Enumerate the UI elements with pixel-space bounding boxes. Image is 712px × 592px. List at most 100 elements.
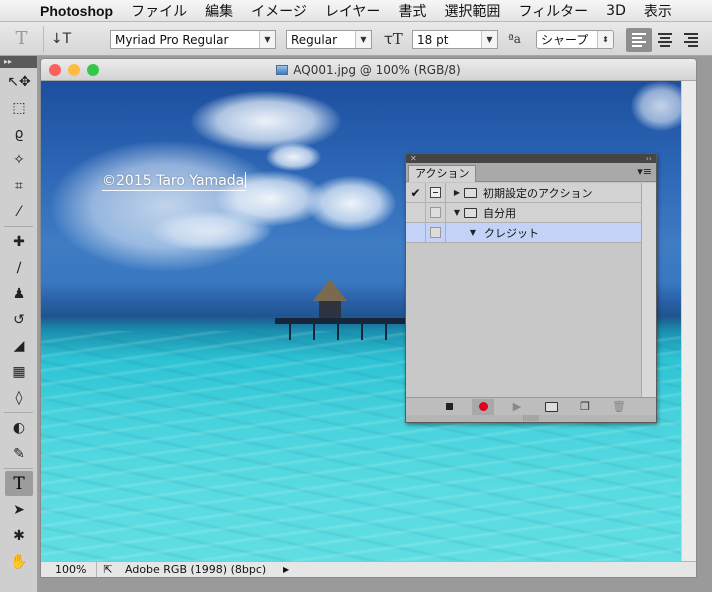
menu-view[interactable]: 表示	[644, 1, 672, 21]
hand-icon[interactable]: ✋	[5, 549, 33, 574]
collapse-triangle-icon[interactable]: ▼	[450, 208, 464, 217]
clone-stamp-icon[interactable]: ♟	[5, 281, 33, 306]
font-family-select[interactable]: Myriad Pro Regular ▼	[110, 30, 276, 49]
watermark-text-layer[interactable]: ©2015 Taro Yamada	[102, 172, 247, 191]
delete-button[interactable]: 🗑	[608, 399, 630, 415]
image-file-icon	[276, 65, 289, 75]
font-size-icon: ꚍT	[384, 30, 403, 48]
action-label: クレジット	[484, 226, 539, 240]
export-icon[interactable]: ⇱	[97, 563, 119, 576]
toggle-dialog-checkbox[interactable]	[426, 182, 446, 203]
menu-3d[interactable]: 3D	[606, 3, 626, 19]
menu-image[interactable]: イメージ	[251, 1, 307, 21]
collapse-icon[interactable]: ››	[646, 154, 652, 163]
eyedropper-icon[interactable]: ⁄	[5, 199, 33, 224]
font-style-select[interactable]: Regular ▼	[286, 30, 372, 49]
toggle-item-checkbox[interactable]	[406, 222, 426, 243]
align-center-button[interactable]	[652, 28, 678, 52]
tool-separator	[4, 226, 33, 227]
tool-separator	[4, 468, 33, 469]
gradient-icon[interactable]: ▦	[5, 359, 33, 384]
panel-footer: ▶ ❐ 🗑	[406, 397, 656, 415]
toolbox-collapse-icon[interactable]: ▸▸	[0, 56, 37, 68]
text-cursor	[245, 172, 247, 188]
record-icon	[478, 402, 488, 411]
pier-post	[385, 324, 387, 340]
toggle-dialog-checkbox[interactable]	[426, 202, 446, 223]
align-right-button[interactable]	[678, 28, 704, 52]
tab-actions[interactable]: アクション	[408, 165, 477, 182]
history-brush-icon[interactable]: ↺	[5, 307, 33, 332]
zoom-button[interactable]	[87, 64, 99, 76]
menu-filter[interactable]: フィルター	[518, 1, 588, 21]
type-icon[interactable]: T	[5, 471, 33, 496]
menu-select[interactable]: 選択範囲	[444, 1, 500, 21]
toggle-item-checkbox[interactable]: ✔	[406, 182, 426, 203]
action-set-row[interactable]: ✔ ▶ 初期設定のアクション	[406, 182, 642, 203]
panel-scrollbar[interactable]	[641, 183, 656, 397]
color-profile: Adobe RGB (1998) (8bpc)	[125, 563, 267, 576]
dialog-icon	[430, 227, 441, 238]
document-titlebar[interactable]: AQ001.jpg @ 100% (RGB/8)	[41, 59, 696, 81]
cloud	[191, 91, 341, 151]
pier-post	[361, 324, 363, 340]
path-selection-icon[interactable]: ➤	[5, 497, 33, 522]
vertical-scrollbar[interactable]	[681, 81, 696, 561]
action-label: 自分用	[483, 206, 516, 220]
collapse-triangle-icon[interactable]: ▼	[466, 228, 480, 237]
tool-separator	[4, 412, 33, 413]
stop-icon	[445, 403, 453, 410]
menu-photoshop[interactable]: Photoshop	[40, 3, 113, 19]
zoom-field[interactable]: 100%	[41, 561, 97, 577]
text-orientation-icon[interactable]: ↓T	[44, 31, 78, 47]
menu-edit[interactable]: 編集	[205, 1, 233, 21]
crop-icon[interactable]: ⌗	[5, 173, 33, 198]
lasso-icon[interactable]: ϱ	[5, 121, 33, 146]
new-set-button[interactable]	[540, 399, 562, 415]
action-set-row[interactable]: ▼ 自分用	[406, 202, 642, 223]
record-button[interactable]	[472, 398, 494, 415]
align-left-button[interactable]	[626, 28, 652, 52]
pier-post	[337, 324, 339, 340]
cloud	[151, 211, 271, 251]
menu-bar: Photoshop ファイル 編集 イメージ レイヤー 書式 選択範囲 フィルタ…	[0, 0, 712, 22]
chevron-down-icon: ▼	[355, 31, 371, 48]
chevron-down-icon: ▼	[481, 31, 497, 48]
menu-type[interactable]: 書式	[398, 1, 426, 21]
expand-triangle-icon[interactable]: ▶	[450, 188, 464, 197]
status-menu-arrow-icon[interactable]: ▶	[283, 565, 289, 574]
panel-resize-grip[interactable]: ||||||||	[406, 415, 656, 422]
blur-icon[interactable]: ◊	[5, 385, 33, 410]
toggle-dialog-checkbox[interactable]	[426, 222, 446, 243]
move-icon[interactable]: ↖✥	[5, 69, 33, 94]
brush-icon[interactable]: ∕	[5, 255, 33, 280]
chevron-updown-icon: ⬍	[597, 31, 613, 48]
minimize-button[interactable]	[68, 64, 80, 76]
window-controls	[49, 64, 99, 76]
menu-file[interactable]: ファイル	[131, 1, 187, 21]
dodge-icon[interactable]: ◐	[5, 415, 33, 440]
healing-brush-icon[interactable]: ✚	[5, 229, 33, 254]
magic-wand-icon[interactable]: ✧	[5, 147, 33, 172]
new-action-button[interactable]: ❐	[574, 399, 596, 415]
action-row[interactable]: ▼ クレジット	[406, 222, 642, 243]
panel-grip[interactable]: ✕ ››	[406, 154, 656, 163]
toggle-item-checkbox[interactable]	[406, 202, 426, 223]
close-icon[interactable]: ✕	[410, 154, 417, 163]
close-button[interactable]	[49, 64, 61, 76]
marquee-icon[interactable]: ⬚	[5, 95, 33, 120]
document-title: AQ001.jpg @ 100% (RGB/8)	[293, 63, 461, 77]
tool-preset-icon[interactable]: T	[0, 25, 44, 52]
panel-menu-icon[interactable]: ▾≡	[637, 165, 652, 178]
pier-post	[313, 324, 315, 340]
font-size-select[interactable]: 18 pt ▼	[412, 30, 498, 49]
cloud	[266, 143, 321, 171]
menu-layer[interactable]: レイヤー	[325, 1, 381, 21]
stop-button[interactable]	[438, 399, 460, 415]
shape-icon[interactable]: ✱	[5, 523, 33, 548]
pen-icon[interactable]: ✎	[5, 441, 33, 466]
eraser-icon[interactable]: ◢	[5, 333, 33, 358]
antialias-select[interactable]: シャープ ⬍	[536, 30, 614, 49]
play-button[interactable]: ▶	[506, 399, 528, 415]
options-bar: T ↓T Myriad Pro Regular ▼ Regular ▼ ꚍT 1…	[0, 22, 712, 56]
